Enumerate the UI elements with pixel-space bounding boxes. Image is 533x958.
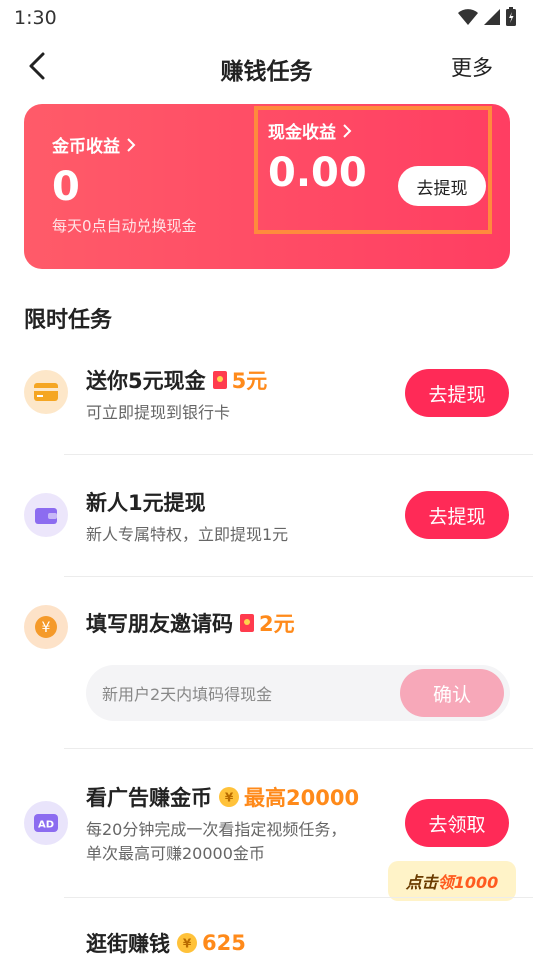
task-reward-text: 625 xyxy=(202,931,246,955)
wifi-icon xyxy=(458,9,478,25)
svg-text:AD: AD xyxy=(38,820,54,831)
task-desc: 新人专属特权，立即提现1元 xyxy=(86,525,289,544)
task-desc-line: 单次最高可赚20000金币 xyxy=(86,844,265,863)
divider xyxy=(64,454,533,455)
ad-icon: AD xyxy=(24,801,68,845)
task-reward: 5元 xyxy=(212,365,268,395)
status-time: 1:30 xyxy=(14,7,57,29)
earnings-card: 金币收益 0 每天0点自动兑换现金 现金收益 0.00 去提现 xyxy=(24,104,510,269)
svg-text:¥: ¥ xyxy=(225,791,234,805)
divider xyxy=(64,576,533,577)
red-envelope-icon xyxy=(212,371,227,389)
task-name-text: 逛街赚钱 xyxy=(86,932,170,956)
signal-icon xyxy=(484,9,500,25)
task-reward-text: 2元 xyxy=(259,612,295,636)
task-name: 逛街赚钱 ¥ 625 xyxy=(86,928,246,958)
cash-earnings-label: 现金收益 xyxy=(268,123,336,143)
chevron-right-icon xyxy=(127,137,136,152)
badge-prefix: 点击 xyxy=(405,873,438,892)
invite-code-input[interactable]: 新用户2天内填码得现金 确认 xyxy=(86,665,510,721)
svg-text:¥: ¥ xyxy=(42,620,51,636)
gold-coin-icon: ¥ xyxy=(177,933,197,953)
task-name-text: 填写朋友邀请码 xyxy=(86,612,233,636)
task-name: 新人1元提现 xyxy=(86,487,206,517)
task-desc-line: 每20分钟完成一次看指定视频任务， xyxy=(86,820,347,839)
task-name: 看广告赚金币 ¥ 最高20000 xyxy=(86,782,359,812)
svg-text:¥: ¥ xyxy=(183,937,192,951)
chevron-right-icon xyxy=(343,123,352,138)
coin-exchange-hint: 每天0点自动兑换现金 xyxy=(52,217,197,235)
task-name: 送你5元现金 5元 xyxy=(86,365,267,395)
click-claim-badge[interactable]: 点击 领1000 xyxy=(388,861,516,901)
task-name-text: 送你5元现金 xyxy=(86,369,206,393)
task-desc: 可立即提现到银行卡 xyxy=(86,403,231,422)
divider xyxy=(64,897,533,898)
coin-earnings-label: 金币收益 xyxy=(52,137,120,157)
badge-emphasis: 领1000 xyxy=(437,873,499,892)
cash-earnings-value: 0.00 xyxy=(268,150,367,196)
task-reward-text: 最高20000 xyxy=(244,786,360,810)
task-name-text: 看广告赚金币 xyxy=(86,786,212,810)
nav-bar: 赚钱任务 更多 xyxy=(0,40,533,96)
gold-coin-icon: ¥ xyxy=(219,787,239,807)
coin-earnings[interactable]: 金币收益 0 每天0点自动兑换现金 xyxy=(52,132,197,236)
invite-code-placeholder: 新用户2天内填码得现金 xyxy=(102,685,273,704)
status-bar: 1:30 xyxy=(0,0,533,36)
bank-card-icon xyxy=(24,370,68,414)
claim-button[interactable]: 去领取 xyxy=(405,799,509,847)
task-reward-text: 5元 xyxy=(231,369,268,393)
task-name: 填写朋友邀请码 2元 xyxy=(86,608,295,638)
divider xyxy=(64,748,533,749)
withdraw-task-button[interactable]: 去提现 xyxy=(405,369,509,417)
status-icons xyxy=(457,7,517,27)
coin-earnings-label-row: 金币收益 xyxy=(52,132,197,157)
cash-earnings-label-row: 现金收益 xyxy=(268,118,367,143)
section-title: 限时任务 xyxy=(24,308,113,333)
wallet-icon xyxy=(24,493,68,537)
task-reward: ¥ 625 xyxy=(176,931,246,955)
task-reward: 2元 xyxy=(239,608,295,638)
cash-earnings-highlight: 现金收益 0.00 去提现 xyxy=(254,106,492,234)
task-desc: 每20分钟完成一次看指定视频任务， 单次最高可赚20000金币 xyxy=(86,818,346,866)
confirm-button[interactable]: 确认 xyxy=(400,669,504,717)
red-envelope-icon xyxy=(240,614,254,632)
cash-earnings[interactable]: 现金收益 0.00 xyxy=(268,123,367,197)
more-button[interactable]: 更多 xyxy=(451,52,493,82)
task-name-text: 新人1元提现 xyxy=(86,491,206,515)
battery-icon xyxy=(506,7,516,26)
coin-earnings-value: 0 xyxy=(52,164,80,210)
withdraw-task-button[interactable]: 去提现 xyxy=(405,491,509,539)
withdraw-button[interactable]: 去提现 xyxy=(398,166,486,206)
task-reward: ¥ 最高20000 xyxy=(218,782,359,812)
yuan-coin-icon: ¥ xyxy=(24,605,68,649)
